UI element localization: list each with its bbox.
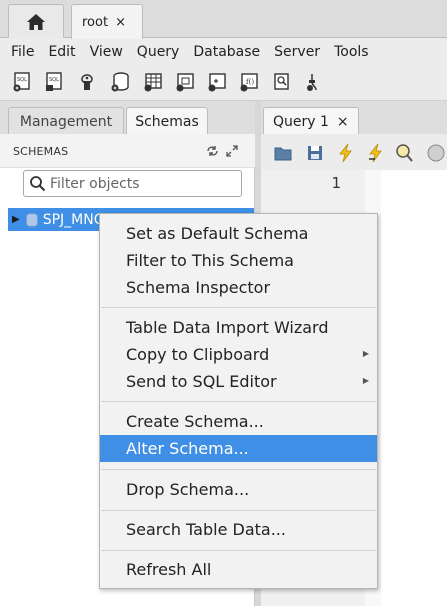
open-sql-script-icon[interactable]: SQL: [44, 72, 64, 92]
menu-database[interactable]: Database: [186, 44, 267, 60]
menu-server[interactable]: Server: [267, 44, 327, 60]
menu-edit[interactable]: Edit: [41, 44, 82, 60]
menu-separator: [101, 401, 376, 402]
menu-item-filter-to-schema[interactable]: Filter to This Schema: [100, 247, 377, 274]
menu-separator: [101, 550, 376, 551]
explain-icon[interactable]: [394, 143, 414, 163]
home-tab[interactable]: [8, 4, 64, 38]
save-icon[interactable]: [305, 143, 325, 163]
home-icon: [27, 13, 45, 30]
menu-item-schema-inspector[interactable]: Schema Inspector: [100, 274, 377, 301]
menu-view[interactable]: View: [83, 44, 130, 60]
search-icon: [30, 176, 46, 192]
filter-objects-field[interactable]: [23, 170, 242, 197]
svg-text:SQL: SQL: [17, 77, 27, 83]
menu-item-drop-schema[interactable]: Drop Schema...: [100, 476, 377, 503]
stop-icon[interactable]: [426, 143, 446, 163]
tab-query-1[interactable]: Query 1 ×: [263, 107, 359, 135]
main-toolbar: SQL SQL f(): [0, 65, 447, 101]
svg-text:f(): f(): [246, 78, 254, 86]
menu-bar: File Edit View Query Database Server Too…: [0, 39, 447, 65]
new-sql-tab-icon[interactable]: SQL: [12, 72, 32, 92]
connection-tab-bar: root ×: [0, 0, 447, 39]
query-tab-bar: Query 1 ×: [261, 101, 447, 135]
menu-item-set-default-schema[interactable]: Set as Default Schema: [100, 220, 377, 247]
menu-item-refresh-all[interactable]: Refresh All: [100, 556, 377, 583]
tab-management[interactable]: Management: [8, 107, 124, 135]
menu-item-copy-label: Copy to Clipboard: [126, 345, 270, 364]
close-icon[interactable]: ×: [337, 114, 349, 130]
line-number: 1: [331, 174, 341, 192]
open-folder-icon[interactable]: [273, 143, 293, 163]
query-tab-label: Query 1: [273, 113, 329, 130]
create-table-icon[interactable]: [143, 72, 163, 92]
menu-item-copy-to-clipboard[interactable]: Copy to Clipboard ▶: [100, 341, 377, 368]
menu-separator: [101, 510, 376, 511]
schema-context-menu: Set as Default Schema Filter to This Sch…: [99, 213, 378, 589]
expand-icon[interactable]: [226, 145, 238, 157]
close-icon[interactable]: ×: [115, 15, 126, 30]
menu-query[interactable]: Query: [130, 44, 187, 60]
inspector-icon[interactable]: [77, 72, 97, 92]
search-table-data-icon[interactable]: [272, 72, 292, 92]
menu-item-send-label: Send to SQL Editor: [126, 372, 277, 391]
schemas-title: SCHEMAS: [13, 145, 69, 158]
submenu-arrow-icon: ▶: [362, 376, 369, 385]
schemas-header: SCHEMAS: [0, 134, 255, 168]
connection-tab-root[interactable]: root ×: [71, 4, 143, 39]
reconnect-icon[interactable]: [304, 72, 324, 92]
expand-arrow-icon[interactable]: ▶: [12, 214, 20, 225]
menu-item-alter-schema[interactable]: Alter Schema...: [100, 435, 377, 462]
menu-item-table-data-import[interactable]: Table Data Import Wizard: [100, 314, 377, 341]
menu-file[interactable]: File: [0, 44, 41, 60]
menu-separator: [101, 307, 376, 308]
refresh-icon[interactable]: [206, 145, 219, 157]
create-function-icon[interactable]: f(): [239, 72, 259, 92]
menu-item-search-table-data[interactable]: Search Table Data...: [100, 516, 377, 543]
create-procedure-icon[interactable]: [207, 72, 227, 92]
sidebar-tab-bar: Management Schemas: [0, 101, 258, 135]
submenu-arrow-icon: ▶: [362, 349, 369, 358]
create-schema-icon[interactable]: [110, 72, 130, 92]
svg-text:SQL: SQL: [49, 77, 59, 83]
menu-item-send-to-sql-editor[interactable]: Send to SQL Editor ▶: [100, 368, 377, 395]
tab-schemas[interactable]: Schemas: [126, 107, 208, 135]
filter-objects-input[interactable]: [50, 174, 238, 194]
execute-lightning-icon[interactable]: [336, 143, 356, 163]
editor-toolbar: [261, 134, 447, 170]
menu-separator: [101, 469, 376, 470]
schema-name: SPJ_MNG: [42, 211, 105, 228]
menu-item-create-schema[interactable]: Create Schema...: [100, 408, 377, 435]
connection-tab-label: root: [82, 14, 109, 30]
create-view-icon[interactable]: [175, 72, 195, 92]
execute-current-icon[interactable]: [366, 143, 386, 163]
menu-tools[interactable]: Tools: [327, 44, 376, 60]
database-icon: [26, 213, 38, 226]
